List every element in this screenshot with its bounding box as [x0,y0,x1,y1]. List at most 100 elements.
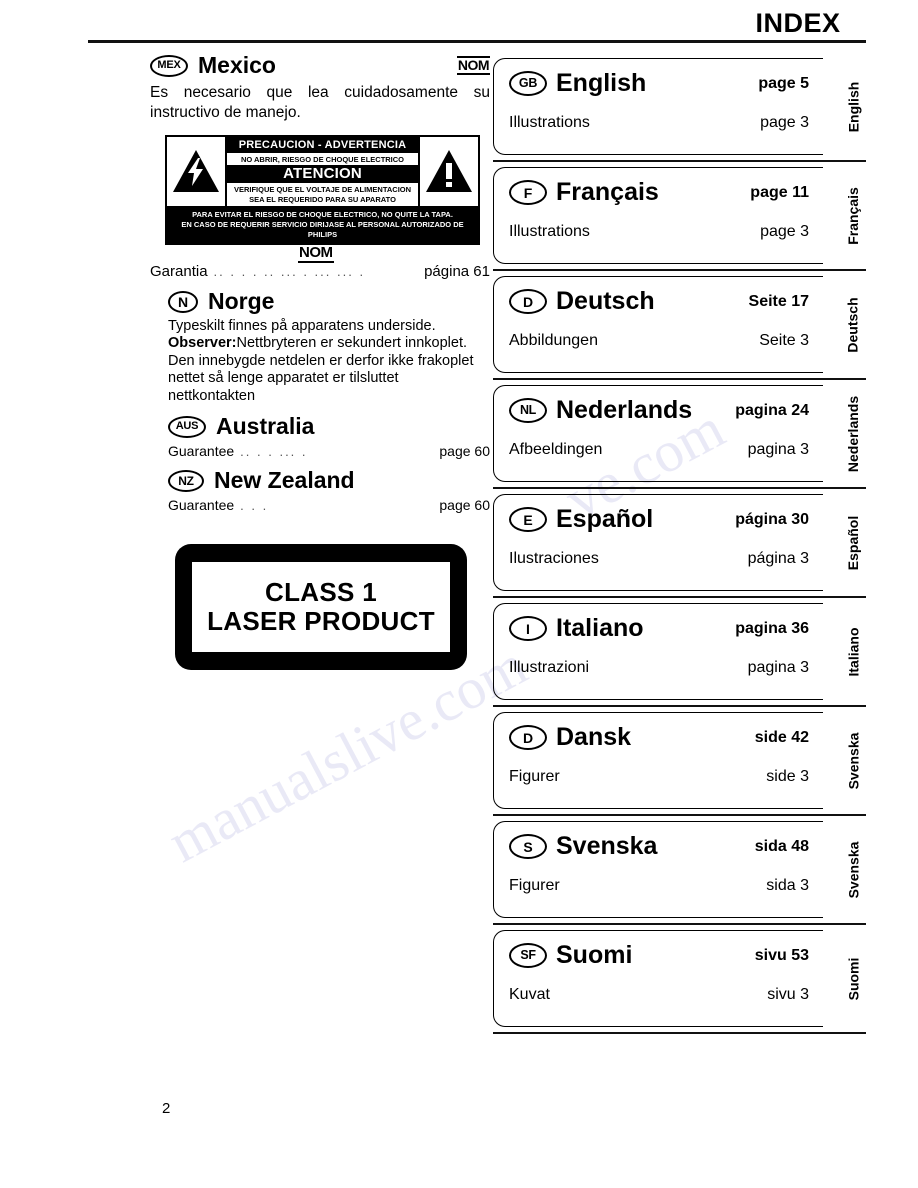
card-language-row: GB English page 5 [509,69,809,98]
caution-atencion: ATENCION [227,165,418,183]
illustrations-page-reference: page 3 [760,114,809,131]
side-tab[interactable]: Español [831,494,875,591]
illustrations-page-reference: sivu 3 [767,986,809,1003]
side-tab[interactable]: Svenska [831,821,875,918]
illustrations-page-reference: side 3 [766,768,809,785]
exclamation-triangle-icon [418,137,478,206]
illustrations-label: Figurer [509,768,560,785]
caution-voltage-line-1: VERIFIQUE QUE EL VOLTAJE DE ALIMENTACION [227,183,418,195]
caution-voltage-line-2: SEA EL REQUERIDO PARA SU APARATO [227,195,418,206]
index-card-français[interactable]: F Français page 11 Illustrations page 3 Franç… [493,167,875,271]
illustrations-page-reference: page 3 [760,223,809,240]
card-separator [493,377,866,380]
illustrations-page-reference: pagina 3 [747,659,809,676]
side-tab-label: Italiano [845,626,862,677]
index-card-suomi[interactable]: SF Suomi sivu 53 Kuvat sivu 3 Suomi [493,930,875,1034]
language-name: Nederlands [556,396,693,424]
index-card-svenska[interactable]: S Svenska sida 48 Figurer sida 3 Svenska [493,821,875,925]
language-badge-icon: I [509,616,547,641]
side-tab[interactable]: Svenska [831,712,875,809]
language-page-reference: pagina 24 [735,401,809,419]
illustrations-label: Illustrations [509,223,590,240]
card-language-row: D Deutsch Seite 17 [509,287,809,316]
side-tab[interactable]: Suomi [831,930,875,1027]
illustrations-label: Abbildungen [509,332,598,349]
side-tab[interactable]: Français [831,167,875,264]
norge-line-1: Typeskilt finnes på apparatens underside… [168,318,436,334]
side-tab-label: English [845,81,861,132]
norge-line-4: nettet så lenge apparatet er tilsluttet [168,370,399,387]
laser-label-line-2: LASER PRODUCT [207,606,435,636]
language-page-reference: page 5 [758,74,809,92]
language-page-reference: Seite 17 [748,292,809,310]
norge-section: N Norge Typeskilt finnes på apparatens u… [168,288,490,405]
class-1-laser-product-label: CLASS 1 LASER PRODUCT [175,544,467,670]
leader-dots: .. . . ... . [240,444,308,459]
australia-heading: AUS Australia [168,413,490,440]
card-language-row: SF Suomi sivu 53 [509,941,809,970]
index-card-dansk[interactable]: D Dansk side 42 Figurer side 3 Svenska [493,712,875,816]
language-name: Dansk [556,723,632,751]
caution-title: PRECAUCION - ADVERTENCIA [227,137,418,153]
new-zealand-country-name: New Zealand [214,467,355,493]
laser-label-line-1: CLASS 1 [265,576,377,607]
language-page-reference: page 11 [750,183,809,201]
card-illustrations-row: Figurer sida 3 [509,877,809,895]
norge-country-name: Norge [208,288,275,314]
index-card-español[interactable]: E Español página 30 Ilustraciones página 3 Es… [493,494,875,598]
card-language-row: S Svenska sida 48 [509,832,809,861]
side-tab[interactable]: Italiano [831,603,875,700]
n-country-badge-icon: N [168,290,198,313]
language-page-reference: sivu 53 [754,946,809,964]
side-tab-label: Suomi [845,957,861,1000]
side-tab-label: Deutsch [845,296,862,353]
illustrations-label: Ilustraciones [509,550,599,567]
index-card-nederlands[interactable]: NL Nederlands pagina 24 Afbeeldingen pagina … [493,385,875,489]
mex-country-badge-icon: MEX [150,54,188,77]
language-name: Svenska [556,832,658,860]
side-tab[interactable]: Nederlands [831,385,875,482]
caution-footer: PARA EVITAR EL RIESGO DE CHOQUE ELECTRIC… [167,207,478,243]
aus-country-badge-icon: AUS [168,415,206,438]
side-tab[interactable]: English [831,58,875,155]
language-name: Español [556,505,654,533]
index-card-italiano[interactable]: I Italiano pagina 36 Illustrazioni pagina 3I… [493,603,875,707]
illustrations-label: Illustrations [509,114,590,131]
card-separator [493,922,866,925]
illustrations-label: Figurer [509,877,560,894]
card-illustrations-row: Ilustraciones página 3 [509,550,809,568]
norge-observer-label: Observer: [168,335,237,352]
caution-warning-label: PRECAUCION - ADVERTENCIA NO ABRIR, RIESG… [165,135,480,245]
language-badge-icon: D [509,289,547,314]
new-zealand-guarantee-row: Guarantee . . . page 60 [168,497,490,513]
language-badge-icon: GB [509,71,547,96]
card-separator [493,813,866,816]
leader-dots: . . . [240,498,269,513]
mexico-heading: MEX Mexico NOM [150,52,490,79]
language-badge-icon: NL [509,398,547,423]
card-illustrations-row: Kuvat sivu 3 [509,986,809,1004]
illustrations-page-reference: pagina 3 [747,441,809,458]
illustrations-label: Afbeeldingen [509,441,603,458]
language-name: Deutsch [556,287,655,315]
new-zealand-guarantee-page: page 60 [439,497,490,513]
lightning-bolt-triangle-icon [167,137,227,206]
card-language-row: NL Nederlands pagina 24 [509,396,809,425]
norge-line-3: Den innebygde netdelen er derfor ikke fr… [168,352,474,369]
card-illustrations-row: Abbildungen Seite 3 [509,332,809,350]
illustrations-page-reference: Seite 3 [759,332,809,349]
illustrations-page-reference: sida 3 [766,877,809,894]
norge-observer-line: Observer:Nettbryteren er sekundert innko… [168,335,490,352]
language-name: Italiano [556,614,644,642]
page-title: INDEX [755,8,841,38]
card-separator [493,704,866,707]
caution-footer-line-1: PARA EVITAR EL RIESGO DE CHOQUE ELECTRIC… [192,209,453,219]
index-card-english[interactable]: GB English page 5 Illustrations page 3 Englis… [493,58,875,162]
language-name: English [556,69,647,97]
mexico-guarantee-row: Garantia .. . . . .. ... . ... ... . pág… [150,263,490,280]
card-illustrations-row: Afbeeldingen pagina 3 [509,441,809,459]
norge-line-5: nettkontakten [168,387,256,404]
side-tab[interactable]: Deutsch [831,276,875,373]
card-separator [493,1031,866,1034]
index-card-deutsch[interactable]: D Deutsch Seite 17 Abbildungen Seite 3 Deutsc… [493,276,875,380]
